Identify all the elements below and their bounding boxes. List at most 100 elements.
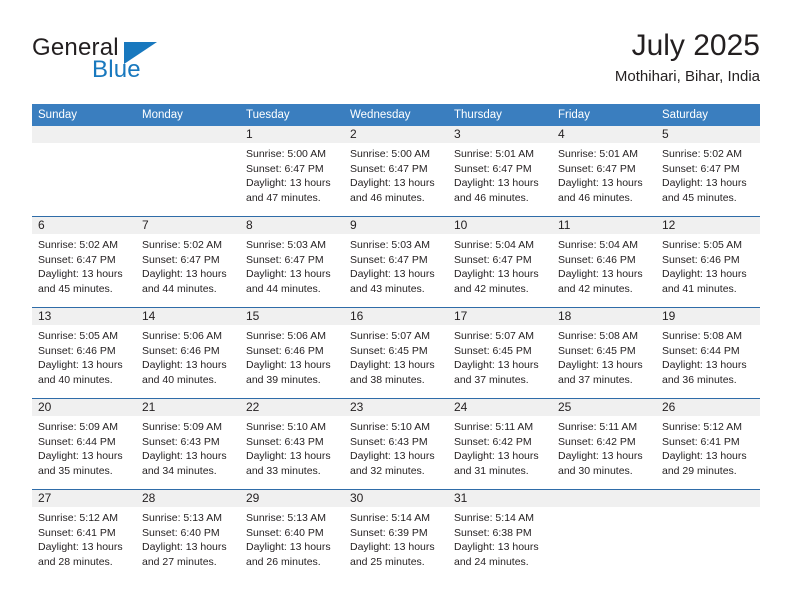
- calendar-day-cell[interactable]: 25 Sunrise: 5:11 AM Sunset: 6:42 PM Dayligh…: [552, 398, 656, 490]
- day-details: Sunrise: 5:11 AM Sunset: 6:42 PM Daylight:…: [448, 416, 552, 478]
- calendar-day-cell[interactable]: 8 Sunrise: 5:03 AM Sunset: 6:47 PM Daylight…: [240, 216, 344, 308]
- weekday-header-tuesday: Tuesday: [240, 104, 344, 126]
- calendar-day-cell[interactable]: 11 Sunrise: 5:04 AM Sunset: 6:46 PM Dayligh…: [552, 216, 656, 308]
- day-detail-line: and 42 minutes.: [558, 282, 633, 295]
- calendar-day-cell[interactable]: 20 Sunrise: 5:09 AM Sunset: 6:44 PM Dayligh…: [32, 398, 136, 490]
- calendar-day-cell[interactable]: 1 Sunrise: 5:00 AM Sunset: 6:47 PM Daylight…: [240, 126, 344, 217]
- day-detail-line: and 28 minutes.: [38, 555, 113, 568]
- calendar-day-cell[interactable]: 4 Sunrise: 5:01 AM Sunset: 6:47 PM Daylight…: [552, 126, 656, 217]
- day-details: Sunrise: 5:14 AM Sunset: 6:39 PM Daylight:…: [344, 507, 448, 569]
- day-detail-line: Daylight: 13 hours: [38, 541, 123, 554]
- calendar-day-cell[interactable]: 9 Sunrise: 5:03 AM Sunset: 6:47 PM Daylight…: [344, 216, 448, 308]
- calendar-day-cell[interactable]: 10 Sunrise: 5:04 AM Sunset: 6:47 PM Dayligh…: [448, 216, 552, 308]
- calendar-day-cell[interactable]: 14 Sunrise: 5:06 AM Sunset: 6:46 PM Dayligh…: [136, 307, 240, 399]
- day-number: 18: [552, 308, 656, 325]
- calendar-day-cell[interactable]: 2 Sunrise: 5:00 AM Sunset: 6:47 PM Daylight…: [344, 126, 448, 217]
- day-detail-line: and 46 minutes.: [350, 191, 425, 204]
- day-detail-line: Sunrise: 5:06 AM: [246, 330, 326, 342]
- day-number: 23: [344, 399, 448, 416]
- day-details: Sunrise: 5:04 AM Sunset: 6:47 PM Daylight:…: [448, 234, 552, 296]
- day-detail-line: Daylight: 13 hours: [350, 177, 435, 190]
- day-detail-line: Sunrise: 5:02 AM: [142, 239, 222, 251]
- day-detail-line: Daylight: 13 hours: [662, 268, 747, 281]
- day-detail-line: Sunrise: 5:03 AM: [246, 239, 326, 251]
- day-detail-line: Sunrise: 5:01 AM: [558, 148, 638, 160]
- day-detail-line: Daylight: 13 hours: [454, 359, 539, 372]
- day-detail-line: Sunrise: 5:04 AM: [454, 239, 534, 251]
- calendar-day-cell[interactable]: 21 Sunrise: 5:09 AM Sunset: 6:43 PM Dayligh…: [136, 398, 240, 490]
- day-number: 31: [448, 490, 552, 507]
- day-detail-line: Sunrise: 5:02 AM: [662, 148, 742, 160]
- day-details: Sunrise: 5:07 AM Sunset: 6:45 PM Daylight:…: [344, 325, 448, 387]
- day-detail-line: and 29 minutes.: [662, 464, 737, 477]
- calendar-day-cell[interactable]: 29 Sunrise: 5:13 AM Sunset: 6:40 PM Dayligh…: [240, 489, 344, 580]
- calendar-day-cell[interactable]: 18 Sunrise: 5:08 AM Sunset: 6:45 PM Dayligh…: [552, 307, 656, 399]
- day-detail-line: Daylight: 13 hours: [454, 450, 539, 463]
- page-subtitle: Mothihari, Bihar, India: [614, 68, 760, 85]
- calendar-day-cell[interactable]: 31 Sunrise: 5:14 AM Sunset: 6:38 PM Dayligh…: [448, 489, 552, 580]
- day-detail-line: Sunset: 6:43 PM: [142, 435, 220, 448]
- calendar-day-cell[interactable]: 19 Sunrise: 5:08 AM Sunset: 6:44 PM Dayligh…: [656, 307, 760, 399]
- day-detail-line: Daylight: 13 hours: [350, 450, 435, 463]
- day-detail-line: Sunrise: 5:12 AM: [38, 512, 118, 524]
- weekday-header-friday: Friday: [552, 104, 656, 126]
- day-detail-line: Sunset: 6:46 PM: [38, 344, 116, 357]
- calendar-day-cell[interactable]: 17 Sunrise: 5:07 AM Sunset: 6:45 PM Dayligh…: [448, 307, 552, 399]
- calendar-day-cell[interactable]: 6 Sunrise: 5:02 AM Sunset: 6:47 PM Daylight…: [32, 216, 136, 308]
- calendar-day-cell[interactable]: 28 Sunrise: 5:13 AM Sunset: 6:40 PM Dayligh…: [136, 489, 240, 580]
- calendar-day-cell[interactable]: 7 Sunrise: 5:02 AM Sunset: 6:47 PM Daylight…: [136, 216, 240, 308]
- day-number: 26: [656, 399, 760, 416]
- day-detail-line: Sunset: 6:40 PM: [142, 526, 220, 539]
- day-detail-line: Daylight: 13 hours: [142, 268, 227, 281]
- calendar-day-cell[interactable]: 13 Sunrise: 5:05 AM Sunset: 6:46 PM Dayligh…: [32, 307, 136, 399]
- calendar-day-cell[interactable]: 24 Sunrise: 5:11 AM Sunset: 6:42 PM Dayligh…: [448, 398, 552, 490]
- day-detail-line: Daylight: 13 hours: [38, 359, 123, 372]
- calendar-day-cell[interactable]: 12 Sunrise: 5:05 AM Sunset: 6:46 PM Dayligh…: [656, 216, 760, 308]
- calendar-day-cell[interactable]: 30 Sunrise: 5:14 AM Sunset: 6:39 PM Dayligh…: [344, 489, 448, 580]
- day-number: 11: [552, 217, 656, 234]
- day-detail-line: Sunset: 6:47 PM: [350, 162, 428, 175]
- calendar-week-row: 27 Sunrise: 5:12 AM Sunset: 6:41 PM Dayligh…: [32, 489, 760, 580]
- day-detail-line: Sunset: 6:45 PM: [558, 344, 636, 357]
- day-number: 24: [448, 399, 552, 416]
- day-details: Sunrise: 5:09 AM Sunset: 6:43 PM Daylight:…: [136, 416, 240, 478]
- calendar-day-cell[interactable]: 15 Sunrise: 5:06 AM Sunset: 6:46 PM Dayligh…: [240, 307, 344, 399]
- day-details: Sunrise: 5:12 AM Sunset: 6:41 PM Daylight:…: [32, 507, 136, 569]
- day-detail-line: Daylight: 13 hours: [662, 359, 747, 372]
- calendar-empty-cell: [136, 126, 240, 217]
- day-number: [552, 490, 656, 507]
- weekday-header-wednesday: Wednesday: [344, 104, 448, 126]
- calendar-page: General Blue July 2025 Mothihari, Bihar,…: [0, 0, 792, 612]
- calendar-day-cell[interactable]: 22 Sunrise: 5:10 AM Sunset: 6:43 PM Dayligh…: [240, 398, 344, 490]
- calendar-day-cell[interactable]: 23 Sunrise: 5:10 AM Sunset: 6:43 PM Dayligh…: [344, 398, 448, 490]
- calendar-day-cell[interactable]: 5 Sunrise: 5:02 AM Sunset: 6:47 PM Daylight…: [656, 126, 760, 217]
- day-detail-line: Sunset: 6:44 PM: [662, 344, 740, 357]
- calendar-day-cell[interactable]: 3 Sunrise: 5:01 AM Sunset: 6:47 PM Daylight…: [448, 126, 552, 217]
- generalblue-logo[interactable]: General Blue: [32, 34, 272, 90]
- day-details: Sunrise: 5:06 AM Sunset: 6:46 PM Daylight:…: [240, 325, 344, 387]
- day-number: 29: [240, 490, 344, 507]
- day-detail-line: and 35 minutes.: [38, 464, 113, 477]
- page-title: July 2025: [631, 29, 760, 62]
- day-detail-line: Sunset: 6:47 PM: [558, 162, 636, 175]
- calendar-day-cell[interactable]: 27 Sunrise: 5:12 AM Sunset: 6:41 PM Dayligh…: [32, 489, 136, 580]
- day-detail-line: and 41 minutes.: [662, 282, 737, 295]
- calendar-day-cell[interactable]: 26 Sunrise: 5:12 AM Sunset: 6:41 PM Dayligh…: [656, 398, 760, 490]
- day-detail-line: Sunrise: 5:09 AM: [142, 421, 222, 433]
- day-detail-line: and 46 minutes.: [558, 191, 633, 204]
- day-detail-line: and 38 minutes.: [350, 373, 425, 386]
- calendar-empty-cell: [552, 489, 656, 580]
- day-details: Sunrise: 5:06 AM Sunset: 6:46 PM Daylight:…: [136, 325, 240, 387]
- day-number: 21: [136, 399, 240, 416]
- calendar-week-row: 1 Sunrise: 5:00 AM Sunset: 6:47 PM Daylight…: [32, 126, 760, 217]
- day-detail-line: Daylight: 13 hours: [38, 450, 123, 463]
- day-number: 5: [656, 126, 760, 143]
- day-detail-line: Daylight: 13 hours: [246, 450, 331, 463]
- day-number: 15: [240, 308, 344, 325]
- day-number: 2: [344, 126, 448, 143]
- day-details: Sunrise: 5:13 AM Sunset: 6:40 PM Daylight:…: [240, 507, 344, 569]
- weekday-header-sunday: Sunday: [32, 104, 136, 126]
- day-detail-line: Sunset: 6:38 PM: [454, 526, 532, 539]
- calendar-day-cell[interactable]: 16 Sunrise: 5:07 AM Sunset: 6:45 PM Dayligh…: [344, 307, 448, 399]
- day-detail-line: Sunset: 6:39 PM: [350, 526, 428, 539]
